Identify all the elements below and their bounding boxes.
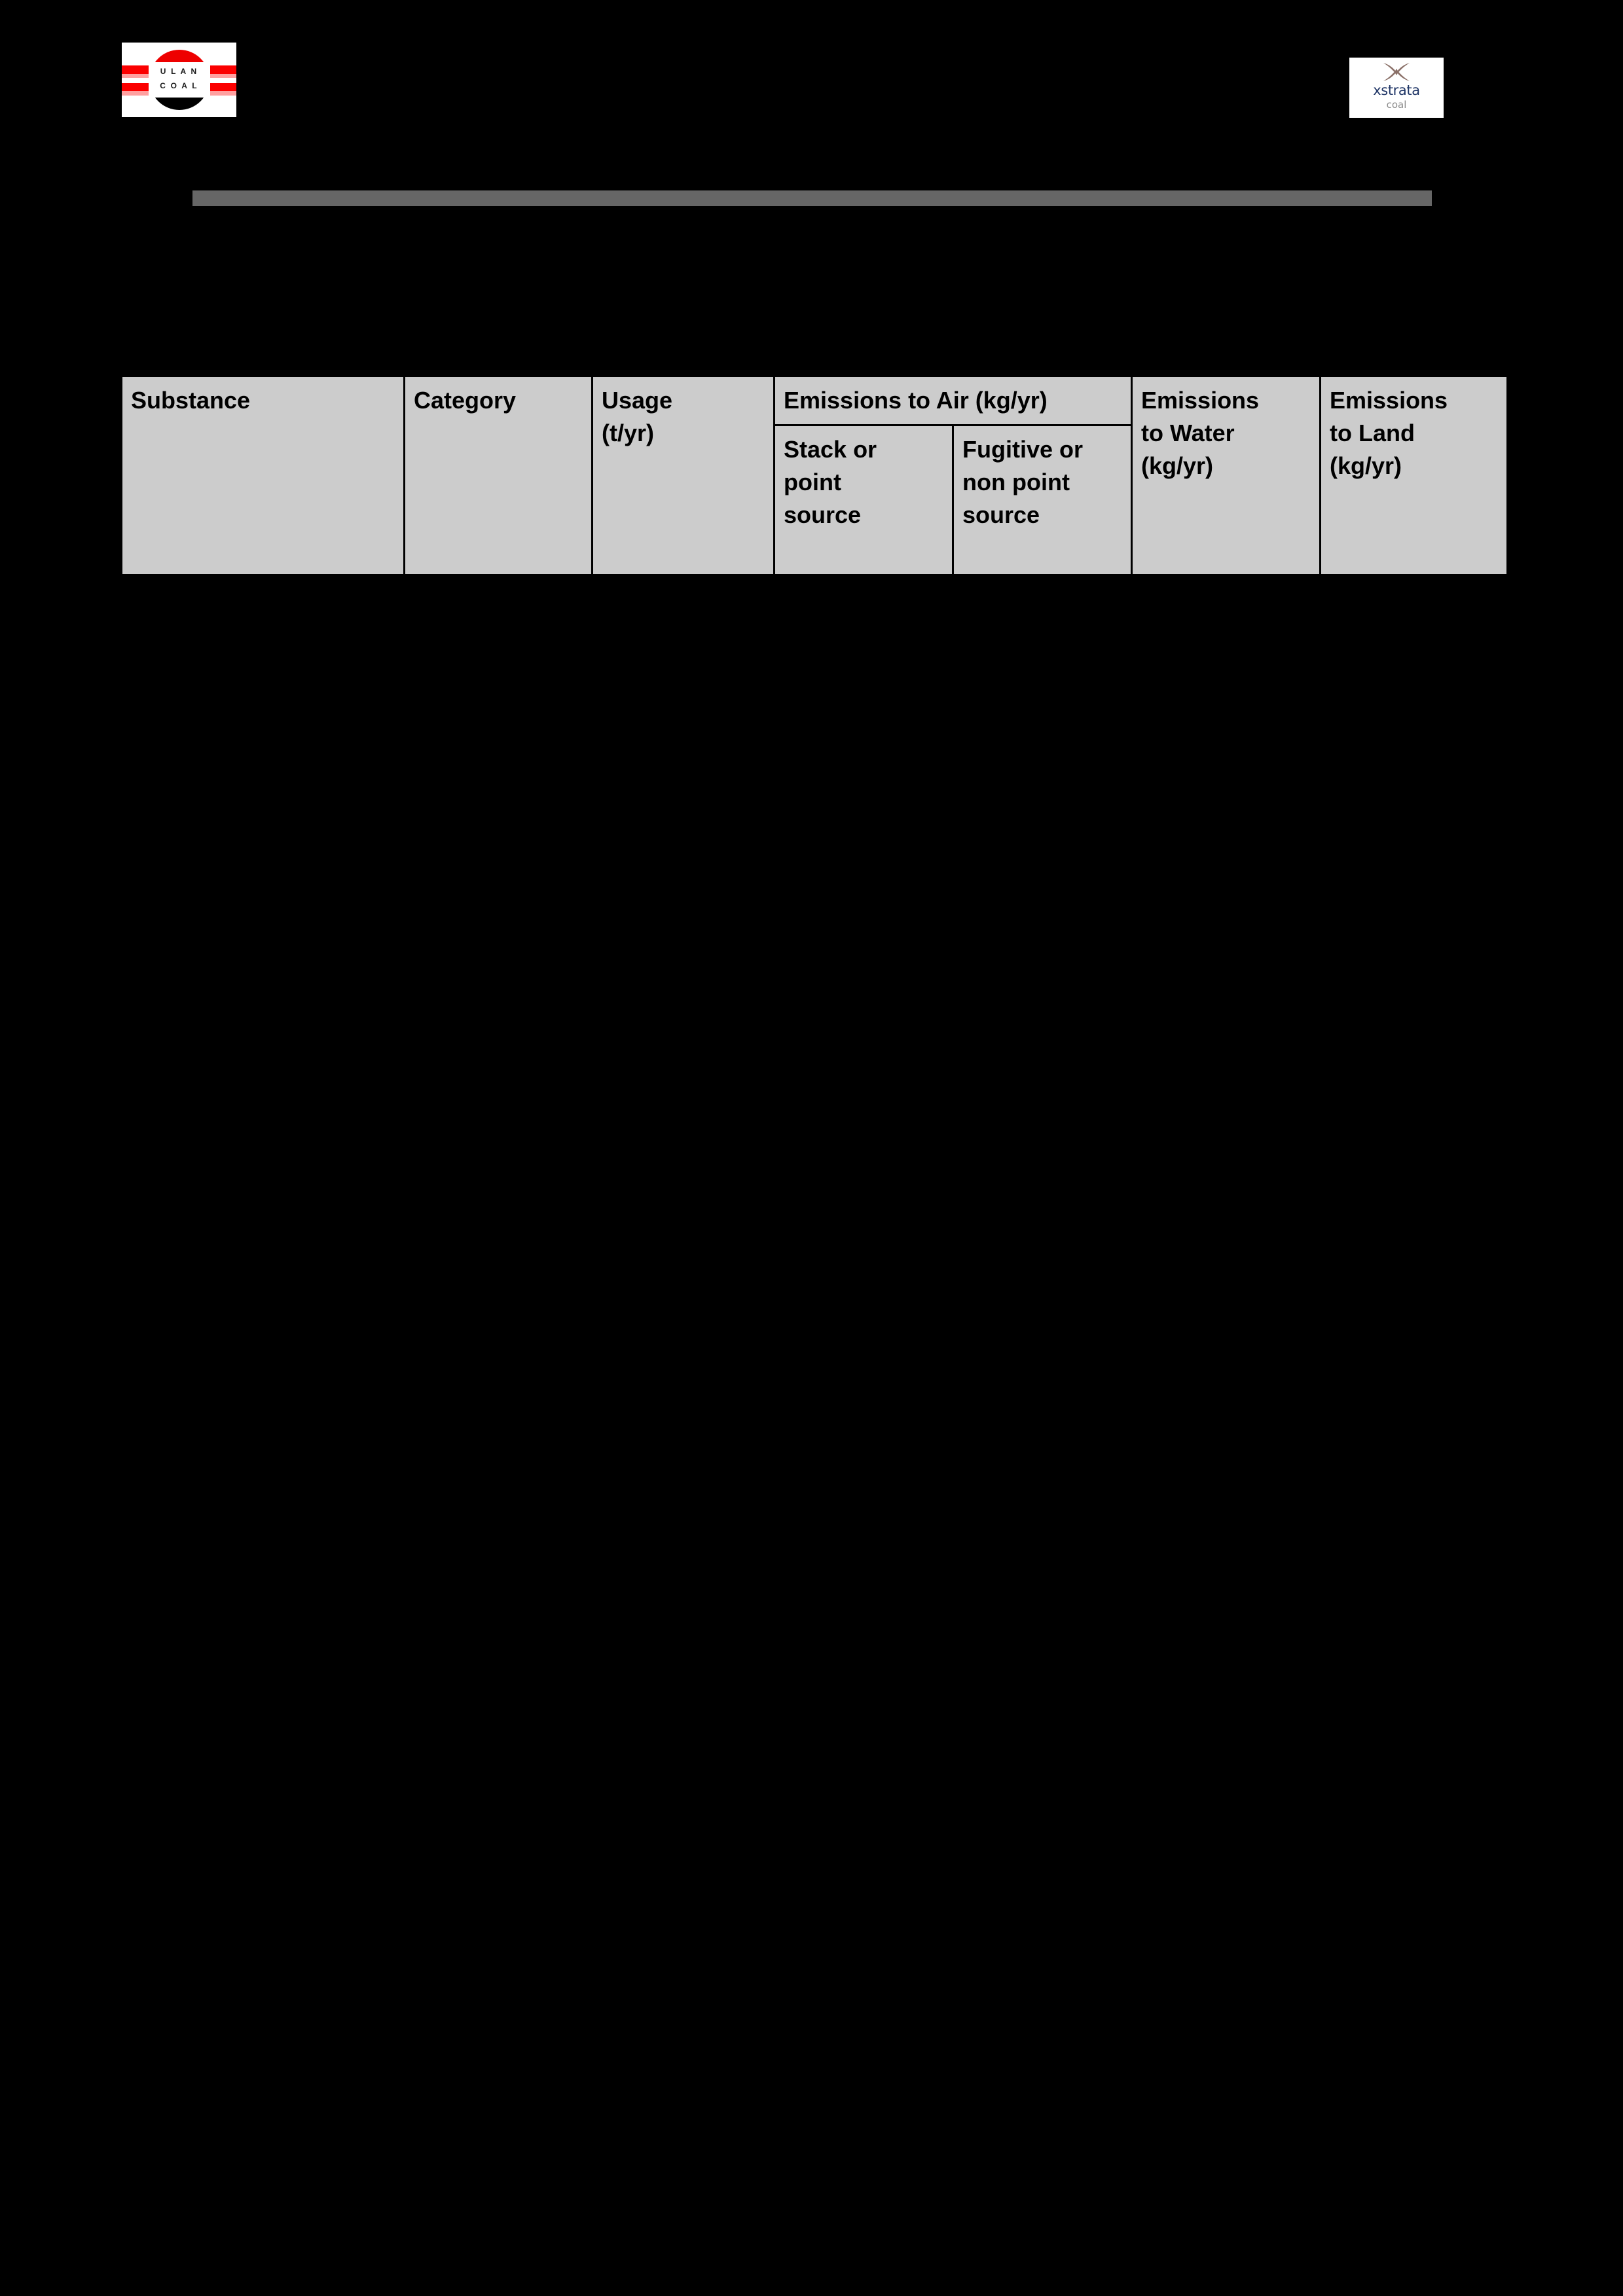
column-header-emissions-to-water[interactable]: Emissions to Water (kg/yr) xyxy=(1131,375,1321,576)
ulan-wordmark-line-1: U L A N xyxy=(160,67,198,76)
emissions-table-header-row-1: Substance Category Usage (t/yr) Emission… xyxy=(120,375,1508,576)
column-header-substance[interactable]: Substance xyxy=(120,375,405,576)
column-header-usage-line-1: Usage xyxy=(602,387,673,414)
column-header-emissions-to-land[interactable]: Emissions to Land (kg/yr) xyxy=(1319,375,1508,576)
ulan-coal-logo: U L A N C O A L xyxy=(122,43,236,117)
column-header-stack-or-point-source[interactable]: Stack or point source xyxy=(773,424,954,576)
column-header-land-line-2: to Land xyxy=(1330,420,1415,446)
page-header: U L A N C O A L xstrata coal xyxy=(0,0,1623,170)
column-header-emissions-to-air[interactable]: Emissions to Air (kg/yr) xyxy=(773,375,1133,426)
column-header-fugitive-line-2: non point xyxy=(962,469,1070,495)
column-header-water-line-3: (kg/yr) xyxy=(1141,452,1214,479)
xstrata-wordmark: xstrata xyxy=(1373,82,1420,98)
header-divider-bar xyxy=(192,190,1432,206)
ulan-wordmark-line-2: C O A L xyxy=(160,81,198,90)
column-header-stack-line-2: point xyxy=(784,469,841,495)
column-header-usage[interactable]: Usage (t/yr) xyxy=(591,375,775,576)
column-header-fugitive-line-3: source xyxy=(962,501,1040,528)
column-header-fugitive-or-non-point-source[interactable]: Fugitive or non point source xyxy=(952,424,1133,576)
column-header-stack-line-3: source xyxy=(784,501,862,528)
emissions-table: Substance Category Usage (t/yr) Emission… xyxy=(120,375,1508,576)
xstrata-coal-subtext: coal xyxy=(1386,99,1407,111)
xstrata-x-mark-icon xyxy=(1383,63,1410,81)
column-header-land-line-3: (kg/yr) xyxy=(1330,452,1402,479)
column-header-water-line-1: Emissions xyxy=(1141,387,1260,414)
column-header-fugitive-line-1: Fugitive or xyxy=(962,436,1084,463)
column-header-category[interactable]: Category xyxy=(403,375,593,576)
column-header-water-line-2: to Water xyxy=(1141,420,1235,446)
column-header-stack-line-1: Stack or xyxy=(784,436,877,463)
column-header-usage-line-2: (t/yr) xyxy=(602,420,654,446)
emissions-table-head: Substance Category Usage (t/yr) Emission… xyxy=(120,375,1508,576)
column-header-land-line-1: Emissions xyxy=(1330,387,1448,414)
xstrata-coal-logo: xstrata coal xyxy=(1349,58,1444,118)
ulan-coal-wordmark: U L A N C O A L xyxy=(149,64,210,93)
emissions-table-container: Substance Category Usage (t/yr) Emission… xyxy=(120,375,1508,576)
